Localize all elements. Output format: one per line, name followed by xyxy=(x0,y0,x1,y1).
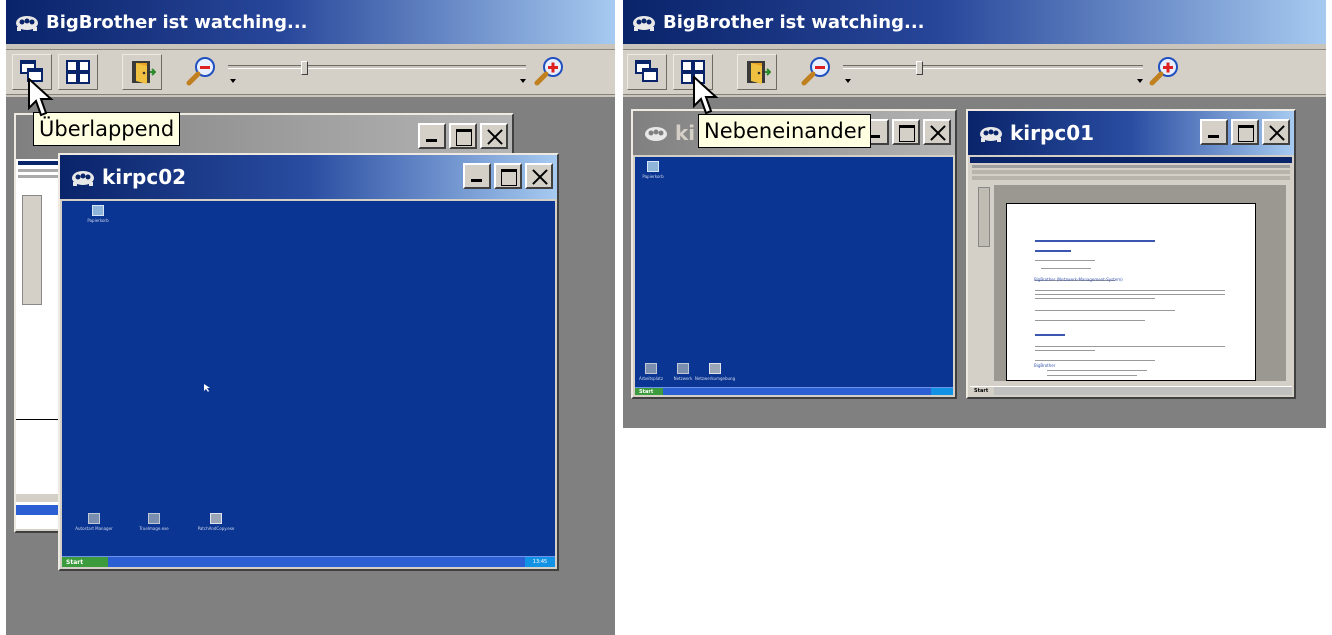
zoom-slider-thumb[interactable] xyxy=(916,61,923,75)
close-button[interactable] xyxy=(525,163,553,189)
tooltip-tile: Nebeneinander xyxy=(698,114,872,148)
kirpc02-remote-screen[interactable]: Papierkorb Autostart Manager TrueImage.e… xyxy=(62,201,555,567)
cascade-windows-icon xyxy=(635,60,658,82)
ki-title: ki xyxy=(675,121,696,145)
minimize-button[interactable] xyxy=(1200,119,1228,145)
exit-door-icon xyxy=(747,61,771,84)
tooltip-cascade: Überlappend xyxy=(33,112,181,146)
kirpc02-titlebar[interactable]: kirpc02 xyxy=(60,155,557,199)
start-button[interactable]: Start xyxy=(970,387,994,395)
remote-taskbar: Start 13:45 xyxy=(62,556,555,567)
start-button[interactable]: Start xyxy=(635,388,663,395)
app-titlebar: BigBrother ist watching... xyxy=(623,0,1326,44)
minimize-button[interactable] xyxy=(418,123,446,149)
zoom-out-icon[interactable] xyxy=(186,55,218,87)
bigbrother-logo-icon xyxy=(14,13,40,31)
exit-button[interactable] xyxy=(737,54,777,90)
maximize-button[interactable] xyxy=(449,123,477,149)
maximize-button[interactable] xyxy=(494,163,522,189)
remote-document-subheading: BigBrother xyxy=(1034,363,1056,368)
minimize-button[interactable] xyxy=(463,163,491,189)
zoom-in-icon[interactable] xyxy=(1149,55,1181,87)
system-tray xyxy=(931,388,953,395)
zoom-in-icon[interactable] xyxy=(534,55,566,87)
toolbar xyxy=(623,50,1326,95)
app-title: BigBrother ist watching... xyxy=(46,11,308,33)
exit-door-icon xyxy=(132,61,156,84)
remote-cursor-icon xyxy=(204,384,210,392)
app-title: BigBrother ist watching... xyxy=(663,11,925,33)
kirpc01-title: kirpc01 xyxy=(1010,121,1095,145)
cascade-button[interactable] xyxy=(627,54,667,90)
tile-button[interactable] xyxy=(58,54,98,90)
desktop-icon[interactable]: Autostart Manager xyxy=(68,513,120,531)
close-button[interactable] xyxy=(480,123,508,149)
bigbrother-logo-icon xyxy=(643,124,669,142)
tile-windows-icon xyxy=(66,60,90,84)
mdi-desktop: kirpc02 Papierkorb Autostart Manager Tru… xyxy=(6,97,615,635)
window-kirpc01[interactable]: kirpc01 BigBrother (Netzwerk-Management-… xyxy=(966,109,1296,399)
start-button[interactable]: Start xyxy=(62,557,108,567)
close-button[interactable] xyxy=(1262,119,1290,145)
desktop-icon[interactable]: Papierkorb xyxy=(72,205,124,223)
zoom-slider-thumb[interactable] xyxy=(301,61,308,75)
toolbar xyxy=(6,50,615,95)
close-button[interactable] xyxy=(923,119,951,145)
bigbrother-logo-icon xyxy=(70,168,96,186)
bigbrother-app-left: BigBrother ist watching... kirpc02 Papie… xyxy=(6,0,615,635)
remote-taskbar: Start xyxy=(970,386,1292,395)
desktop-icon[interactable]: PatchAndCopy.exe xyxy=(190,513,242,531)
remote-document-page xyxy=(1006,203,1256,381)
window-kirpc02[interactable]: kirpc02 Papierkorb Autostart Manager Tru… xyxy=(58,153,559,571)
bigbrother-app-right: BigBrother ist watching... ki Papierkorb… xyxy=(623,0,1326,428)
system-tray xyxy=(1262,387,1292,395)
exit-button[interactable] xyxy=(122,54,162,90)
ki-remote-screen[interactable]: Papierkorb Arbeitsplatz Netzwerk Netzwer… xyxy=(635,157,953,395)
zoom-slider[interactable] xyxy=(843,61,1143,83)
desktop-icon[interactable]: Papierkorb xyxy=(635,161,679,179)
system-tray: 13:45 xyxy=(525,557,555,567)
kirpc01-titlebar[interactable]: kirpc01 xyxy=(968,111,1294,155)
bigbrother-logo-icon xyxy=(978,124,1004,142)
remote-document-heading: BigBrother (Netzwerk-Management-System) xyxy=(1034,277,1123,282)
bigbrother-logo-icon xyxy=(631,13,657,31)
zoom-out-icon[interactable] xyxy=(801,55,833,87)
desktop-icon[interactable]: TrueImage.exe xyxy=(128,513,180,531)
app-titlebar: BigBrother ist watching... xyxy=(6,0,615,44)
kirpc02-title: kirpc02 xyxy=(102,165,187,189)
kirpc01-remote-screen[interactable]: BigBrother (Netzwerk-Management-System) … xyxy=(970,157,1292,395)
maximize-button[interactable] xyxy=(892,119,920,145)
maximize-button[interactable] xyxy=(1231,119,1259,145)
mouse-cursor-icon xyxy=(693,76,719,115)
remote-taskbar: Start xyxy=(635,387,953,395)
zoom-slider[interactable] xyxy=(228,61,526,83)
window-ki[interactable]: ki Papierkorb Arbeitsplatz Netzwerk Netz… xyxy=(631,109,957,399)
mouse-cursor-icon xyxy=(28,78,54,117)
desktop-icon[interactable]: Netzwerkumgebung xyxy=(689,363,741,381)
